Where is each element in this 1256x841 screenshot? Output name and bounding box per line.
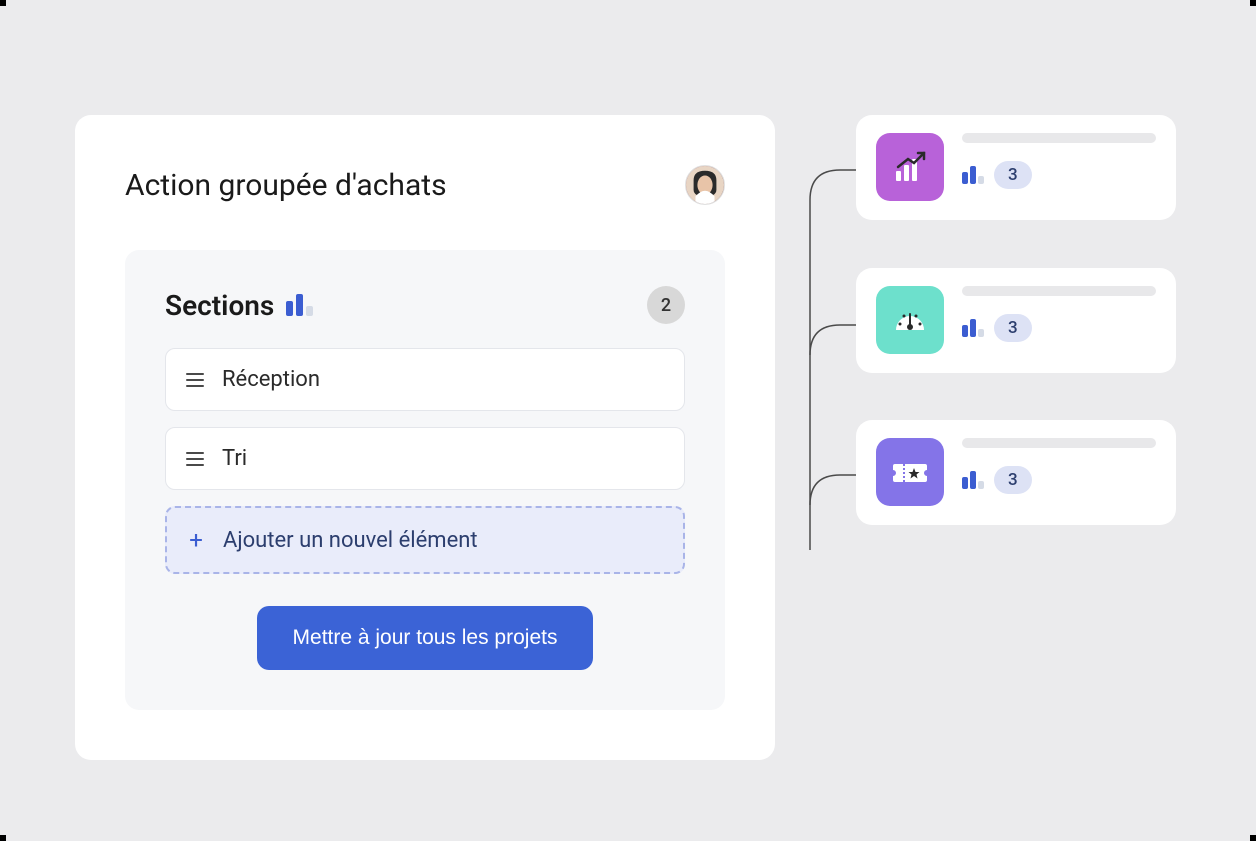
avatar[interactable] [685,165,725,205]
project-content: 3 [962,133,1156,202]
sections-card: Sections 2 Réception [125,250,725,710]
project-card[interactable]: 3 [856,115,1176,220]
project-card[interactable]: 3 [856,420,1176,525]
gauge-icon [876,286,944,354]
sections-header: Sections 2 [165,286,685,324]
update-projects-button[interactable]: Mettre à jour tous les projets [257,606,594,670]
drag-handle-icon[interactable] [186,373,204,387]
section-item-tri[interactable]: Tri [165,427,685,490]
add-item-label: Ajouter un nouvel élément [223,528,478,553]
project-content: 3 [962,286,1156,355]
sections-title: Sections [165,289,274,322]
section-label: Tri [222,446,247,471]
skeleton-line [962,286,1156,296]
chart-growth-icon [876,133,944,201]
skeleton-line [962,438,1156,448]
main-panel: Action groupée d'achats Sections 2 [75,115,775,760]
project-card[interactable]: 3 [856,268,1176,373]
count-badge: 3 [994,161,1032,189]
section-item-reception[interactable]: Réception [165,348,685,411]
panel-header: Action groupée d'achats [125,165,725,205]
skeleton-line [962,133,1156,143]
project-content: 3 [962,438,1156,507]
drag-handle-icon[interactable] [186,452,204,466]
count-badge: 3 [994,466,1032,494]
bars-icon [962,319,984,337]
panel-title: Action groupée d'achats [125,168,447,203]
ticket-icon [876,438,944,506]
bars-icon [962,166,984,184]
bars-icon [286,294,313,316]
add-item-button[interactable]: + Ajouter un nouvel élément [165,506,685,574]
plus-icon: + [187,526,205,554]
sections-count-badge: 2 [647,286,685,324]
section-label: Réception [222,367,320,392]
count-badge: 3 [994,314,1032,342]
bars-icon [962,471,984,489]
